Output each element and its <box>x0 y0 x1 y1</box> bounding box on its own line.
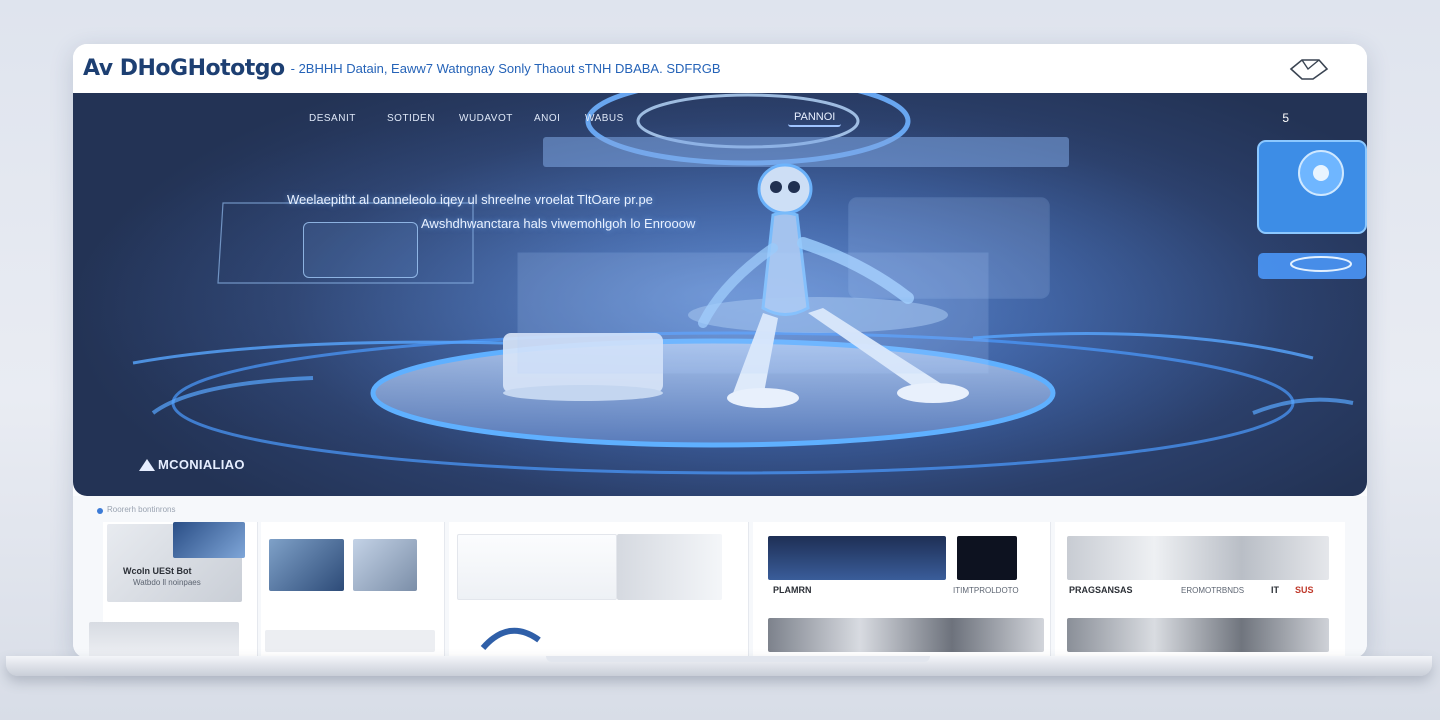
hero-illustration <box>73 93 1367 496</box>
brand-triangle-icon <box>139 458 155 471</box>
hero-headline-line1: Weelaepitht al oanneleolo iqey ul shreel… <box>287 192 653 207</box>
card-5-sub: EROMOTRBNDS <box>1181 586 1245 595</box>
crumb-dot-icon <box>97 508 103 514</box>
content-card-1[interactable]: Wcoln UESt Bot Watbdo ll noinpaes <box>89 522 258 658</box>
card-2-thumb-b <box>353 539 417 591</box>
card-2-thumb-a <box>269 539 344 591</box>
card-5-letter: IT <box>1271 585 1279 595</box>
card-5-badge: SUS <box>1295 585 1314 595</box>
card-5-thumb <box>1067 536 1329 580</box>
browser-window: Av DHoGHototgo - 2BHHH Datain, Eaww7 Wat… <box>73 44 1367 658</box>
hud-panel <box>303 222 418 278</box>
site-tagline: - 2BHHH Datain, Eaww7 Watngnay Sonly Tha… <box>290 61 721 76</box>
nav-cta-button[interactable]: PANNOI <box>788 109 842 127</box>
card-4-thumb-b <box>957 536 1017 580</box>
nav-item-2[interactable]: SOTIDEN <box>387 113 459 124</box>
monitor-base <box>6 656 1432 676</box>
content-card-3[interactable] <box>449 522 749 658</box>
card-1-caption: Wcoln UESt Bot <box>123 566 192 576</box>
card-4-lower-thumb <box>768 618 1044 652</box>
site-header: Av DHoGHototgo - 2BHHH Datain, Eaww7 Wat… <box>73 44 1367 93</box>
nav-item-4[interactable]: ANOI <box>534 113 585 124</box>
logo-text: Av DHoGHototgo <box>83 56 285 81</box>
card-3-arc-icon <box>480 627 541 650</box>
content-card-2[interactable] <box>261 522 445 658</box>
hero-nav: DESANIT SOTIDEN WUDAVOT ANOI WABUS <box>309 113 645 124</box>
monitor-notch <box>546 656 930 662</box>
hero-brand-mark: MCONIALIAO <box>139 457 245 472</box>
diamond-menu-icon[interactable] <box>1285 57 1331 81</box>
card-4-thumb-a <box>768 536 946 580</box>
card-1-sub: Watbdo ll noinpaes <box>133 578 201 587</box>
menu-marker[interactable]: 5 <box>1282 111 1289 125</box>
card-4-sub: ITIMTPROLDOTO <box>953 586 1019 595</box>
nav-item-5[interactable]: WABUS <box>585 113 645 124</box>
site-logo[interactable]: Av DHoGHototgo <box>83 56 285 81</box>
card-3-thumb-a <box>457 534 617 600</box>
card-2-lower-thumb <box>265 630 435 652</box>
content-strip: Roorerh bontinrons Wcoln UESt Bot Watbdo… <box>73 496 1367 658</box>
card-5-lower-thumb <box>1067 618 1329 652</box>
card-5-caption: PRAGSANSAS <box>1069 585 1133 595</box>
hero-headline-line2: Awshdhwanctara hals viwemohlgoh lo Enroo… <box>421 216 696 231</box>
card-1-lower-thumb <box>89 622 239 658</box>
brand-label: MCONIALIAO <box>158 457 245 472</box>
content-card-5[interactable]: PRAGSANSAS EROMOTRBNDS IT SUS <box>1055 522 1345 658</box>
nav-item-3[interactable]: WUDAVOT <box>459 113 534 124</box>
breadcrumb: Roorerh bontinrons <box>107 505 176 514</box>
hero-banner: DESANIT SOTIDEN WUDAVOT ANOI WABUS PANNO… <box>73 93 1367 496</box>
card-4-caption: PLAMRN <box>773 585 812 595</box>
card-1-screen <box>173 522 245 558</box>
card-3-thumb-b <box>617 534 722 600</box>
content-card-4[interactable]: PLAMRN ITIMTPROLDOTO <box>753 522 1051 658</box>
nav-item-1[interactable]: DESANIT <box>309 113 387 124</box>
